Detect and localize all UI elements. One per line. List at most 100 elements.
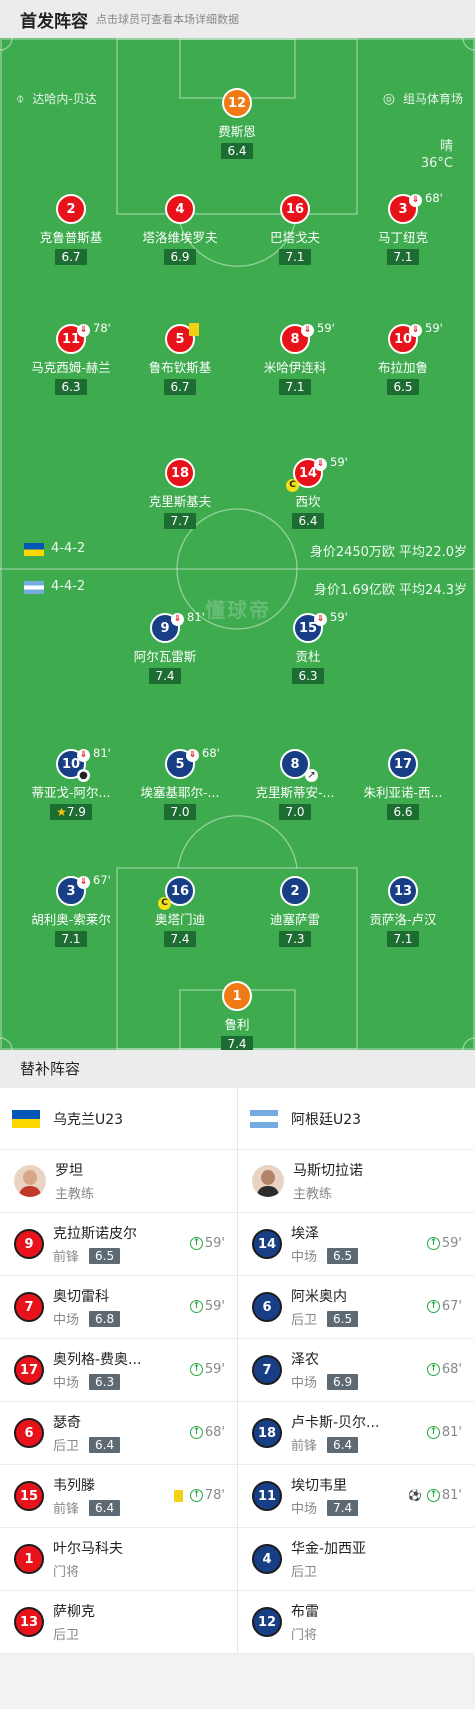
sub-number: 1 [14,1544,44,1574]
sub-row[interactable]: 15 韦列滕 前锋 6.4 ↑ 78' [0,1465,237,1528]
sub-in-minute: 59' [441,1236,462,1251]
home-player[interactable]: 16 巴塔戈夫 7.1 [247,194,343,265]
sub-row[interactable]: 6 阿米奥内 后卫 6.5 ↑ 67' [238,1276,474,1339]
sub-in-icon: ↑ [189,1237,203,1250]
player-rating: 6.6 [387,804,419,820]
home-player[interactable]: 4 塔洛维埃罗夫 6.9 [132,194,228,265]
sub-in-icon: ↑ [189,1426,203,1439]
sub-rating: 6.4 [89,1499,121,1516]
sub-number: 13 [14,1607,44,1637]
coach-role: 主教练 [55,1187,95,1202]
sub-name: 韦列滕 [53,1478,95,1494]
away-player[interactable]: 9 ⇓ 81' 阿尔瓦雷斯 7.4 [117,610,213,684]
player-name: 克里斯基夫 [148,494,212,509]
away-formation: 4-4-2 [51,579,86,594]
sub-name: 泽农 [291,1352,319,1368]
temperature: 36°C [420,156,453,171]
sub-row[interactable]: 7 泽农 中场 6.9 ↑ 68' [238,1339,474,1402]
away-player[interactable]: 10 ⇓ 81' ● 蒂亚戈-阿尔... ★7.9 [23,746,119,820]
away-player[interactable]: 1 鲁利 7.4 [189,981,285,1050]
sub-rating: 6.5 [327,1310,359,1327]
away-player[interactable]: 15 ⇓ 59' 贡杜 6.3 [260,610,356,684]
player-name: 蒂亚戈-阿尔... [31,785,111,800]
player-name: 塔洛维埃罗夫 [142,230,218,245]
coach-row[interactable]: 罗坦 主教练 [0,1150,237,1213]
player-number: 13 [388,876,418,906]
whistle-icon: ⌽ [16,90,25,107]
sub-position: 后卫 [53,1439,80,1454]
player-rating: 6.5 [387,379,419,395]
sub-row[interactable]: 14 埃泽 中场 6.5 ↑ 59' [238,1213,474,1276]
sub-minute: 59' [425,321,443,335]
player-rating: 7.4 [221,1036,253,1050]
coach-name: 马斯切拉诺 [293,1163,363,1179]
sub-name: 萨柳克 [53,1604,95,1620]
referee-info: ⌽ 达哈内-贝达 [16,90,97,107]
sub-rating: 7.4 [327,1499,359,1516]
home-player[interactable]: 8 ⇓ 59' 米哈伊连科 7.1 [247,321,343,395]
player-name: 鲁利 [224,1017,250,1032]
sub-row[interactable]: 1 叶尔马科夫 门将 [0,1528,237,1591]
away-player[interactable]: 16 C 奥塔门迪 7.4 [132,876,228,947]
assist-icon: ↗ [305,769,318,782]
sub-rating: 6.5 [89,1247,121,1264]
sub-rating: 6.4 [327,1436,359,1453]
sub-row[interactable]: 18 卢卡斯-贝尔... 前锋 6.4 ↑ 81' [238,1402,474,1465]
player-name: 奥塔门迪 [154,912,205,927]
sub-name: 卢卡斯-贝尔... [291,1415,380,1431]
home-player[interactable]: 11 ⇓ 78' 马克西姆-赫兰 6.3 [23,321,119,395]
away-player[interactable]: 3 ⇓ 67' 胡利奥-索莱尔 7.1 [23,873,119,947]
player-name: 费斯恩 [218,124,256,139]
home-player[interactable]: 14 ⇓ 59' C 西坎 6.4 [260,455,356,529]
sub-row[interactable]: 13 萨柳克 后卫 [0,1591,237,1654]
home-team-name: 乌克兰U23 [53,1111,124,1128]
sub-position: 门将 [53,1565,80,1580]
sub-row[interactable]: 17 奥列格-费奥... 中场 6.3 ↑ 59' [0,1339,237,1402]
away-player[interactable]: 5 ⇓ 68' 埃塞基耶尔-... 7.0 [132,746,228,820]
argentina-flag-icon [250,1109,278,1128]
sub-row[interactable]: 12 布雷 门将 [238,1591,474,1654]
sub-row[interactable]: 9 克拉斯诺皮尔 前锋 6.5 ↑ 59' [0,1213,237,1276]
sub-in-minute: 68' [204,1425,225,1440]
home-player[interactable]: 18 克里斯基夫 7.7 [132,458,228,529]
sub-number: 14 [252,1229,282,1259]
sub-row[interactable]: 11 埃切韦里 中场 7.4 ⚽ ↑ 81' [238,1465,474,1528]
coach-role: 主教练 [293,1187,333,1202]
away-player[interactable]: 13 贡萨洛-卢汉 7.1 [355,876,451,947]
sub-position: 门将 [291,1628,318,1643]
player-number: 1 [222,981,252,1011]
player-name: 朱利亚诺-西... [363,785,443,800]
sub-rating: 6.4 [89,1436,121,1453]
yellow-card-icon [189,323,199,336]
sub-name: 埃切韦里 [291,1478,347,1494]
sub-row[interactable]: 7 奥切雷科 中场 6.8 ↑ 59' [0,1276,237,1339]
captain-icon: C [158,897,171,910]
home-player[interactable]: 12 费斯恩 6.4 [189,88,285,159]
player-name: 米哈伊连科 [263,360,327,375]
away-player[interactable]: 17 朱利亚诺-西... 6.6 [355,749,451,820]
sub-in-minute: 78' [204,1488,225,1503]
player-number: 4 [165,194,195,224]
home-player[interactable]: 5 鲁布钦斯基 6.7 [132,323,228,395]
sub-in-icon: ↑ [189,1489,203,1502]
home-formation: 4-4-2 [51,541,86,556]
home-player[interactable]: 3 ⇓ 68' 马丁纽克 7.1 [355,191,451,265]
sub-rating: 6.5 [327,1247,359,1264]
home-player[interactable]: 2 克鲁普斯基 6.7 [23,194,119,265]
away-player[interactable]: 8 ↗ 克里斯蒂安-... 7.0 [247,749,343,820]
sub-minute: 59' [330,455,348,469]
away-player[interactable]: 2 迪塞萨雷 7.3 [247,876,343,947]
away-subs-column: 阿根廷U23 马斯切拉诺 主教练 14 埃泽 中场 6.5 ↑ 59' 6 阿米奥内… [237,1088,474,1654]
sub-in-minute: 59' [204,1362,225,1377]
sub-number: 18 [252,1418,282,1448]
home-player[interactable]: 10 ⇓ 59' 布拉加鲁 6.5 [355,321,451,395]
sub-out-icon: ⇓ [77,749,90,762]
coach-row[interactable]: 马斯切拉诺 主教练 [238,1150,474,1213]
home-value: 身价2450万欧 平均22.0岁 [309,545,467,560]
sub-row[interactable]: 4 华金-加西亚 后卫 [238,1528,474,1591]
player-number: 2 [56,194,86,224]
player-number: 17 [388,749,418,779]
sub-row[interactable]: 6 瑟奇 后卫 6.4 ↑ 68' [0,1402,237,1465]
player-name: 西坎 [295,494,321,509]
player-name: 阿尔瓦雷斯 [133,649,197,664]
